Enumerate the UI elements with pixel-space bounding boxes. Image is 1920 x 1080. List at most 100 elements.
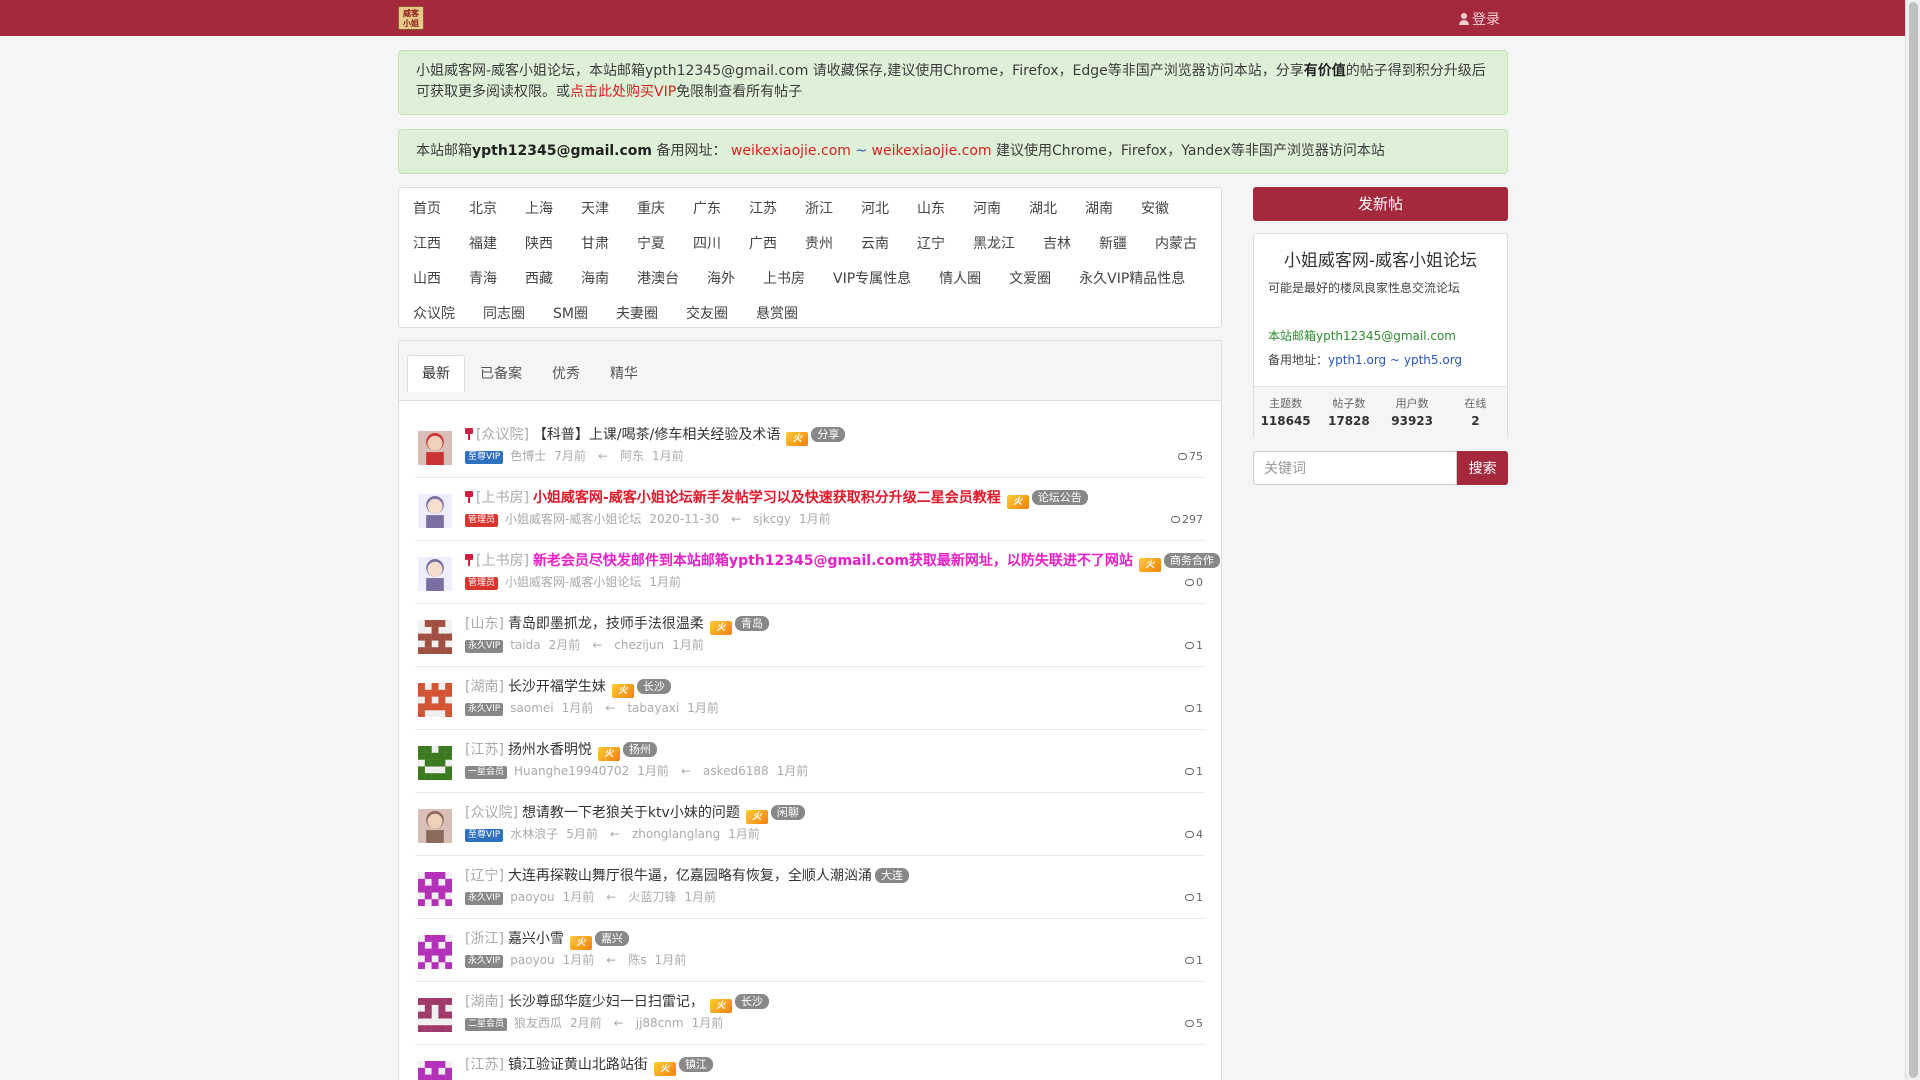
forum-link[interactable]: 内蒙古: [1141, 227, 1211, 262]
thread-author[interactable]: 小姐威客网-威客小姐论坛: [505, 575, 641, 589]
page-scrollbar[interactable]: [1905, 0, 1920, 1080]
avatar[interactable]: [418, 620, 453, 655]
forum-link[interactable]: 海南: [567, 262, 623, 297]
scrollbar-thumb[interactable]: [1909, 2, 1918, 1078]
avatar[interactable]: [418, 494, 452, 528]
forum-link[interactable]: 江苏: [735, 192, 791, 227]
thread-item[interactable]: [浙江] 嘉兴小雪火嘉兴 永久VIP paoyou 1月前 ← 陈s 1月前 1: [415, 919, 1205, 982]
avatar[interactable]: [418, 431, 452, 465]
thread-tag[interactable]: 长沙: [734, 994, 769, 1009]
forum-link[interactable]: 情人圈: [925, 262, 995, 297]
forum-link[interactable]: 河北: [847, 192, 903, 227]
thread-title-link[interactable]: 想请教一下老狼关于ktv小妹的问题: [522, 805, 740, 821]
thread-forum-link[interactable]: [江苏]: [465, 1057, 504, 1073]
thread-tag[interactable]: 大连: [874, 868, 909, 883]
thread-item[interactable]: [众议院] 想请教一下老狼关于ktv小妹的问题火闲聊 至尊VIP 水林浪子 5月前 ← zh…: [415, 793, 1205, 856]
last-reply-user[interactable]: tabayaxi: [627, 701, 679, 715]
avatar[interactable]: [418, 998, 453, 1033]
tab-0[interactable]: 最新: [407, 355, 465, 392]
avatar[interactable]: [418, 935, 453, 970]
thread-title-link[interactable]: 青岛即墨抓龙，技师手法很温柔: [508, 616, 704, 632]
thread-forum-link[interactable]: [上书房]: [476, 490, 529, 506]
forum-link[interactable]: 安徽: [1127, 192, 1183, 227]
thread-item[interactable]: [江苏] 扬州水香明悦火扬州 一星会员 Huanghe19940702 1月前 ← aske…: [415, 730, 1205, 793]
thread-author[interactable]: paoyou: [510, 890, 554, 904]
search-input[interactable]: [1253, 451, 1458, 485]
tab-2[interactable]: 优秀: [537, 355, 595, 392]
forum-link[interactable]: 永久VIP精品性息: [1065, 262, 1199, 297]
forum-link[interactable]: 首页: [399, 192, 455, 227]
thread-title-link[interactable]: 【科普】上课/喝茶/修车相关经验及术语: [533, 427, 780, 443]
forum-link[interactable]: 宁夏: [623, 227, 679, 262]
thread-forum-link[interactable]: [浙江]: [465, 931, 504, 947]
thread-tag[interactable]: 商务合作: [1163, 553, 1220, 568]
forum-link[interactable]: 浙江: [791, 192, 847, 227]
tab-1[interactable]: 已备案: [465, 355, 537, 392]
backup-link[interactable]: ypth5.org: [1404, 353, 1462, 367]
thread-author[interactable]: taida: [510, 638, 540, 652]
forum-link[interactable]: SM圈: [539, 297, 602, 332]
forum-link[interactable]: 上海: [511, 192, 567, 227]
thread-author[interactable]: 小姐威客网-威客小姐论坛: [505, 512, 641, 526]
forum-link[interactable]: 黑龙江: [959, 227, 1029, 262]
forum-link[interactable]: 湖南: [1071, 192, 1127, 227]
backup-url-link[interactable]: weikexiaojie.com: [731, 143, 851, 159]
thread-item[interactable]: [湖南] 长沙开福学生妹火长沙 永久VIP saomei 1月前 ← tabayaxi 1月前…: [415, 667, 1205, 730]
thread-title-link[interactable]: 镇江验证黄山北路站街: [508, 1057, 648, 1073]
login-link[interactable]: 登录: [1459, 9, 1500, 29]
thread-tag[interactable]: 扬州: [622, 742, 657, 757]
forum-link[interactable]: 港澳台: [623, 262, 693, 297]
forum-link[interactable]: 同志圈: [469, 297, 539, 332]
thread-title-link[interactable]: 嘉兴小雪: [508, 931, 564, 947]
forum-link[interactable]: 重庆: [623, 192, 679, 227]
thread-tag[interactable]: 分享: [811, 427, 846, 442]
avatar[interactable]: [418, 1061, 453, 1080]
thread-tag[interactable]: 青岛: [734, 616, 769, 631]
thread-item[interactable]: [众议院] 【科普】上课/喝茶/修车相关经验及术语火分享 至尊VIP 色博士 7月前 ← 阿…: [415, 415, 1205, 478]
forum-link[interactable]: 贵州: [791, 227, 847, 262]
thread-tag[interactable]: 嘉兴: [594, 931, 629, 946]
thread-author[interactable]: 狼友西瓜: [514, 1016, 562, 1030]
thread-tag[interactable]: 闲聊: [770, 805, 805, 820]
thread-forum-link[interactable]: [上书房]: [476, 553, 529, 569]
forum-link[interactable]: 辽宁: [903, 227, 959, 262]
forum-link[interactable]: VIP专属性息: [819, 262, 925, 297]
thread-title-link[interactable]: 小姐威客网-威客小姐论坛新手发帖学习以及快速获取积分升级二星会员教程: [533, 490, 1001, 506]
forum-link[interactable]: 陕西: [511, 227, 567, 262]
forum-link[interactable]: 青海: [455, 262, 511, 297]
thread-title-link[interactable]: 扬州水香明悦: [508, 742, 592, 758]
search-button[interactable]: 搜索: [1457, 451, 1508, 485]
forum-link[interactable]: 河南: [959, 192, 1015, 227]
forum-link[interactable]: 众议院: [399, 297, 469, 332]
thread-tag[interactable]: 论坛公告: [1031, 490, 1088, 505]
site-logo[interactable]: 威客 小姐: [398, 6, 424, 30]
forum-link[interactable]: 甘肃: [567, 227, 623, 262]
avatar[interactable]: [418, 809, 452, 843]
thread-forum-link[interactable]: [江苏]: [465, 742, 504, 758]
thread-tag[interactable]: 长沙: [636, 679, 671, 694]
avatar[interactable]: [418, 683, 453, 718]
thread-item[interactable]: [上书房] 小姐威客网-威客小姐论坛新手发帖学习以及快速获取积分升级二星会员教程火…: [415, 478, 1205, 541]
forum-link[interactable]: 天津: [567, 192, 623, 227]
forum-link[interactable]: 广西: [735, 227, 791, 262]
thread-title-link[interactable]: 长沙尊邸华庭少妇一日扫雷记，: [508, 994, 704, 1010]
tab-3[interactable]: 精华: [595, 355, 653, 392]
last-reply-user[interactable]: jj88cnm: [636, 1016, 684, 1030]
thread-forum-link[interactable]: [众议院]: [465, 805, 518, 821]
thread-item[interactable]: [湖南] 长沙尊邸华庭少妇一日扫雷记， 火长沙 二星会员 狼友西瓜 2月前 ← jj88cnm…: [415, 982, 1205, 1045]
avatar[interactable]: [418, 746, 453, 781]
forum-link[interactable]: 海外: [693, 262, 749, 297]
forum-link[interactable]: 江西: [399, 227, 455, 262]
last-reply-user[interactable]: asked6188: [703, 764, 769, 778]
thread-item[interactable]: [山东] 青岛即墨抓龙，技师手法很温柔火青岛 永久VIP taida 2月前 ← chezi…: [415, 604, 1205, 667]
thread-author[interactable]: 水林浪子: [510, 827, 558, 841]
last-reply-user[interactable]: chezijun: [614, 638, 664, 652]
buy-vip-link[interactable]: 点击此处购买VIP: [570, 84, 676, 100]
thread-title-link[interactable]: 长沙开福学生妹: [508, 679, 606, 695]
thread-item[interactable]: [上书房] 新老会员尽快发邮件到本站邮箱ypth12345@gmail.com获取…: [415, 541, 1220, 604]
forum-link[interactable]: 新疆: [1085, 227, 1141, 262]
thread-author[interactable]: saomei: [510, 701, 553, 715]
last-reply-user[interactable]: zhonglanglang: [632, 827, 720, 841]
last-reply-user[interactable]: 陈s: [628, 953, 646, 967]
new-post-button[interactable]: 发新帖: [1253, 187, 1508, 221]
